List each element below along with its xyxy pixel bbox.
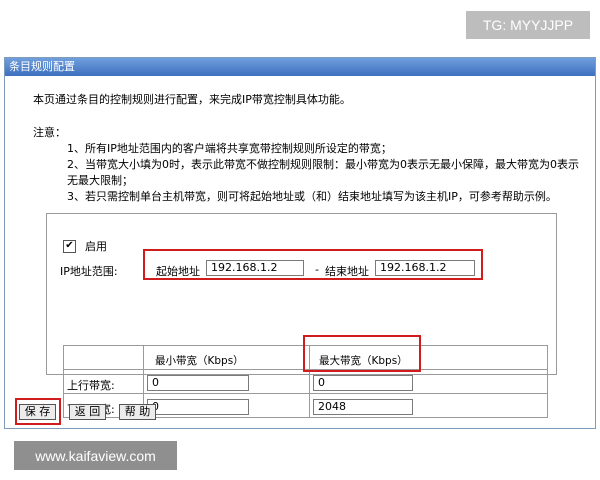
grid-line (547, 345, 548, 418)
note-item: 3、若只需控制单台主机带宽，则可将起始地址或（和）结束地址填写为该主机IP，可参… (67, 190, 557, 203)
back-button[interactable]: 返 回 (69, 404, 106, 420)
note-item: 无最大限制； (67, 174, 133, 187)
rule-form: ✔ 启用 IP地址范围: 起始地址 192.168.1.2 - 结束地址 192… (46, 213, 557, 418)
note-item: 1、所有IP地址范围内的客户端将共享宽带控制规则所设定的带宽； (67, 142, 392, 155)
min-bandwidth-header: 最小带宽（Kbps） (155, 355, 244, 367)
intro-text: 本页通过条目的控制规则进行配置，来完成IP带宽控制具体功能。 (33, 93, 351, 106)
config-panel: 条目规则配置 本页通过条目的控制规则进行配置，来完成IP带宽控制具体功能。 注意… (4, 57, 596, 429)
upload-min-input[interactable]: 0 (147, 375, 249, 391)
end-address-label: 结束地址 (325, 265, 369, 278)
enable-row: ✔ 启用 (63, 238, 107, 254)
grid-line (63, 393, 548, 394)
save-button[interactable]: 保 存 (19, 404, 56, 420)
enable-checkbox[interactable]: ✔ (63, 239, 76, 253)
start-ip-input[interactable]: 192.168.1.2 (206, 260, 304, 276)
start-address-label: 起始地址 (156, 265, 200, 278)
upload-bandwidth-label: 上行带宽: (67, 379, 115, 392)
end-ip-input[interactable]: 192.168.1.2 (375, 260, 475, 276)
upload-max-input[interactable]: 0 (313, 375, 413, 391)
watermark-top: TG: MYYJJPP (466, 11, 590, 39)
help-button[interactable]: 帮 助 (119, 404, 156, 420)
note-heading: 注意： (33, 126, 66, 139)
range-separator: - (315, 263, 319, 276)
grid-line (63, 345, 64, 418)
download-max-input[interactable]: 2048 (313, 399, 413, 415)
ip-range-label: IP地址范围: (60, 265, 118, 278)
watermark-bottom: www.kaifaview.com (14, 441, 177, 470)
download-max-highlight (303, 335, 421, 372)
note-item: 2、当带宽大小填为0时，表示此带宽不做控制规则限制：最小带宽为0表示无最小保障，… (67, 158, 579, 171)
panel-title: 条目规则配置 (5, 58, 595, 76)
enable-label: 启用 (85, 240, 107, 253)
download-min-input[interactable]: 0 (147, 399, 249, 415)
